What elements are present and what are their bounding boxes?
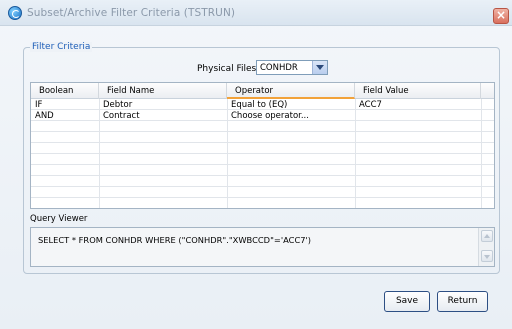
title-bar[interactable]: Subset/Archive Filter Criteria (TSTRUN) … — [0, 0, 512, 26]
cell-operator[interactable]: Choose operator... — [227, 111, 309, 121]
table-row[interactable] — [31, 155, 494, 165]
cell-boolean[interactable]: AND — [31, 111, 54, 121]
chevron-down-icon[interactable] — [312, 61, 327, 74]
cell-field-name[interactable]: Debtor — [99, 100, 132, 110]
save-button[interactable]: Save — [384, 291, 430, 312]
table-row[interactable]: IF Debtor Equal to (EQ) ACC7 — [31, 100, 494, 110]
close-button[interactable]: × — [493, 8, 509, 24]
criteria-grid[interactable]: Boolean Field Name Operator Field Value … — [30, 82, 495, 209]
dialog-window: Subset/Archive Filter Criteria (TSTRUN) … — [0, 0, 512, 329]
cell-boolean[interactable]: IF — [31, 100, 42, 110]
table-row[interactable] — [31, 133, 494, 143]
table-row[interactable] — [31, 177, 494, 187]
physical-files-select[interactable]: CONHDR — [256, 60, 328, 75]
column-header-field-name[interactable]: Field Name — [99, 83, 227, 99]
scroll-up-icon[interactable] — [481, 230, 493, 242]
table-row[interactable] — [31, 188, 494, 198]
scroll-down-icon[interactable] — [481, 250, 493, 262]
table-row[interactable] — [31, 122, 494, 132]
table-row[interactable] — [31, 144, 494, 154]
column-header-operator[interactable]: Operator — [227, 83, 355, 99]
query-viewer-label: Query Viewer — [30, 214, 88, 224]
table-row[interactable]: AND Contract Choose operator... — [31, 111, 494, 121]
query-sql-text: SELECT * FROM CONHDR WHERE ("CONHDR"."XW… — [38, 235, 312, 245]
return-button[interactable]: Return — [437, 291, 488, 312]
cell-field-name[interactable]: Contract — [99, 111, 140, 121]
table-row[interactable] — [31, 199, 494, 208]
physical-files-label: Physical Files — [197, 64, 257, 74]
cell-operator[interactable]: Equal to (EQ) — [227, 100, 287, 110]
column-header-boolean[interactable]: Boolean — [31, 83, 99, 99]
app-icon — [8, 6, 22, 20]
cell-field-value[interactable]: ACC7 — [355, 100, 382, 110]
physical-files-value: CONHDR — [260, 63, 298, 73]
window-title: Subset/Archive Filter Criteria (TSTRUN) — [27, 7, 236, 19]
query-scrollbar[interactable] — [478, 228, 494, 266]
cell-field-value[interactable] — [355, 111, 359, 121]
grid-header: Boolean Field Name Operator Field Value — [31, 83, 494, 99]
table-row[interactable] — [31, 166, 494, 176]
filter-criteria-title: Filter Criteria — [30, 42, 93, 52]
column-header-field-value[interactable]: Field Value — [355, 83, 481, 99]
column-header-spacer — [481, 83, 494, 99]
query-viewer-textarea[interactable]: SELECT * FROM CONHDR WHERE ("CONHDR"."XW… — [30, 227, 495, 267]
